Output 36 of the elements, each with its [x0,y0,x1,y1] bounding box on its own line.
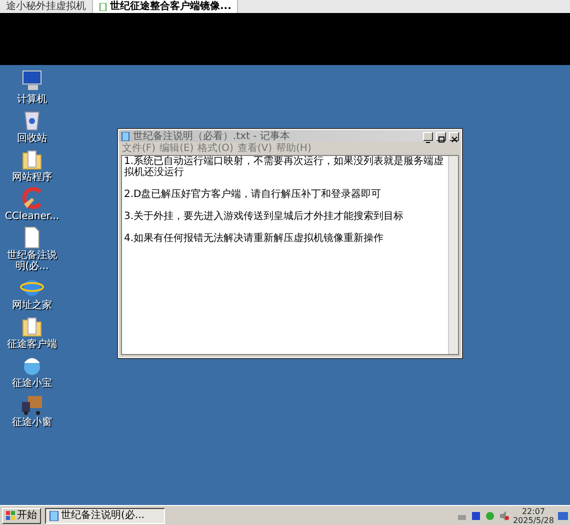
close-button[interactable] [449,132,459,140]
clock-date: 2025/5/28 [512,516,554,524]
menu-item[interactable]: 编辑(E) [160,142,194,154]
text-line: 2.D盘已解压好官方客户端，请自行解压补丁和登录器即可 [124,189,382,200]
desktop-icon-label[interactable]: 征途小宝 [3,378,61,389]
windows-logo-icon [6,511,15,520]
minimize-button[interactable] [423,132,433,140]
desktop-icon-label[interactable]: 征途客户端 [3,339,61,350]
speaker-icon [498,510,509,520]
clock-time: 22:07 [522,506,546,516]
desktop-icon-label[interactable]: 世纪备注说明(必... [3,250,61,272]
desktop-icon-label[interactable]: 网址之家 [3,300,61,311]
notepad-icon [49,510,59,520]
monitor-icon [20,69,44,93]
text-line: 4.如果有任何报错无法解决请重新解压虚拟机镜像重新操作 [124,233,385,244]
desktop-icon-label[interactable]: 征途小窗 [3,417,61,428]
taskbar-button[interactable]: 世纪备注说明(必... [45,508,165,524]
menu-item[interactable]: 查看(V) [237,142,272,154]
desktop-icon-label[interactable]: 网站程序 [3,172,61,183]
start-button[interactable]: 开始 [2,508,41,524]
notepad-icon [121,132,130,140]
desktop-icon-label[interactable]: 回收站 [3,133,61,144]
text-line: 1.系统已自动运行端口映射，不需要再次运行，如果没列表就是服务端虚拟机还没运行 [124,156,445,178]
maximize-button[interactable] [436,132,446,140]
desktop-icon-label[interactable]: 计算机 [3,94,61,105]
browser-tab[interactable]: 世纪征途整合客户端镜像... [93,0,238,13]
broom-c-icon [20,186,44,210]
text-line: 3.关于外挂，要先进入游戏传送到皇城后才外挂才能搜索到目标 [124,211,405,222]
text-area[interactable]: 1.系统已自动运行端口映射，不需要再次运行，如果没列表就是服务端虚拟机还没运行 2.D盘已解压好官方客户端，请自行解压补丁和登录器即可 3.关于外挂，要先进入游戏传送到皇城后才外挂才能搜索到目标 4.如果有任何报错无法解决请重新解压虚拟机镜像重新操作 [121,155,459,355]
menu-item[interactable]: 帮助(H) [276,142,312,154]
menu-item[interactable]: 格式(O) [198,142,234,154]
page-icon [99,2,107,10]
menu-item[interactable]: 文件(F) [122,142,156,154]
window-title: 世纪备注说明（必看）.txt - 记事本 [133,130,291,142]
desktop-icon-label[interactable]: CCleaner... [3,211,61,222]
scrollbar[interactable] [448,156,458,354]
